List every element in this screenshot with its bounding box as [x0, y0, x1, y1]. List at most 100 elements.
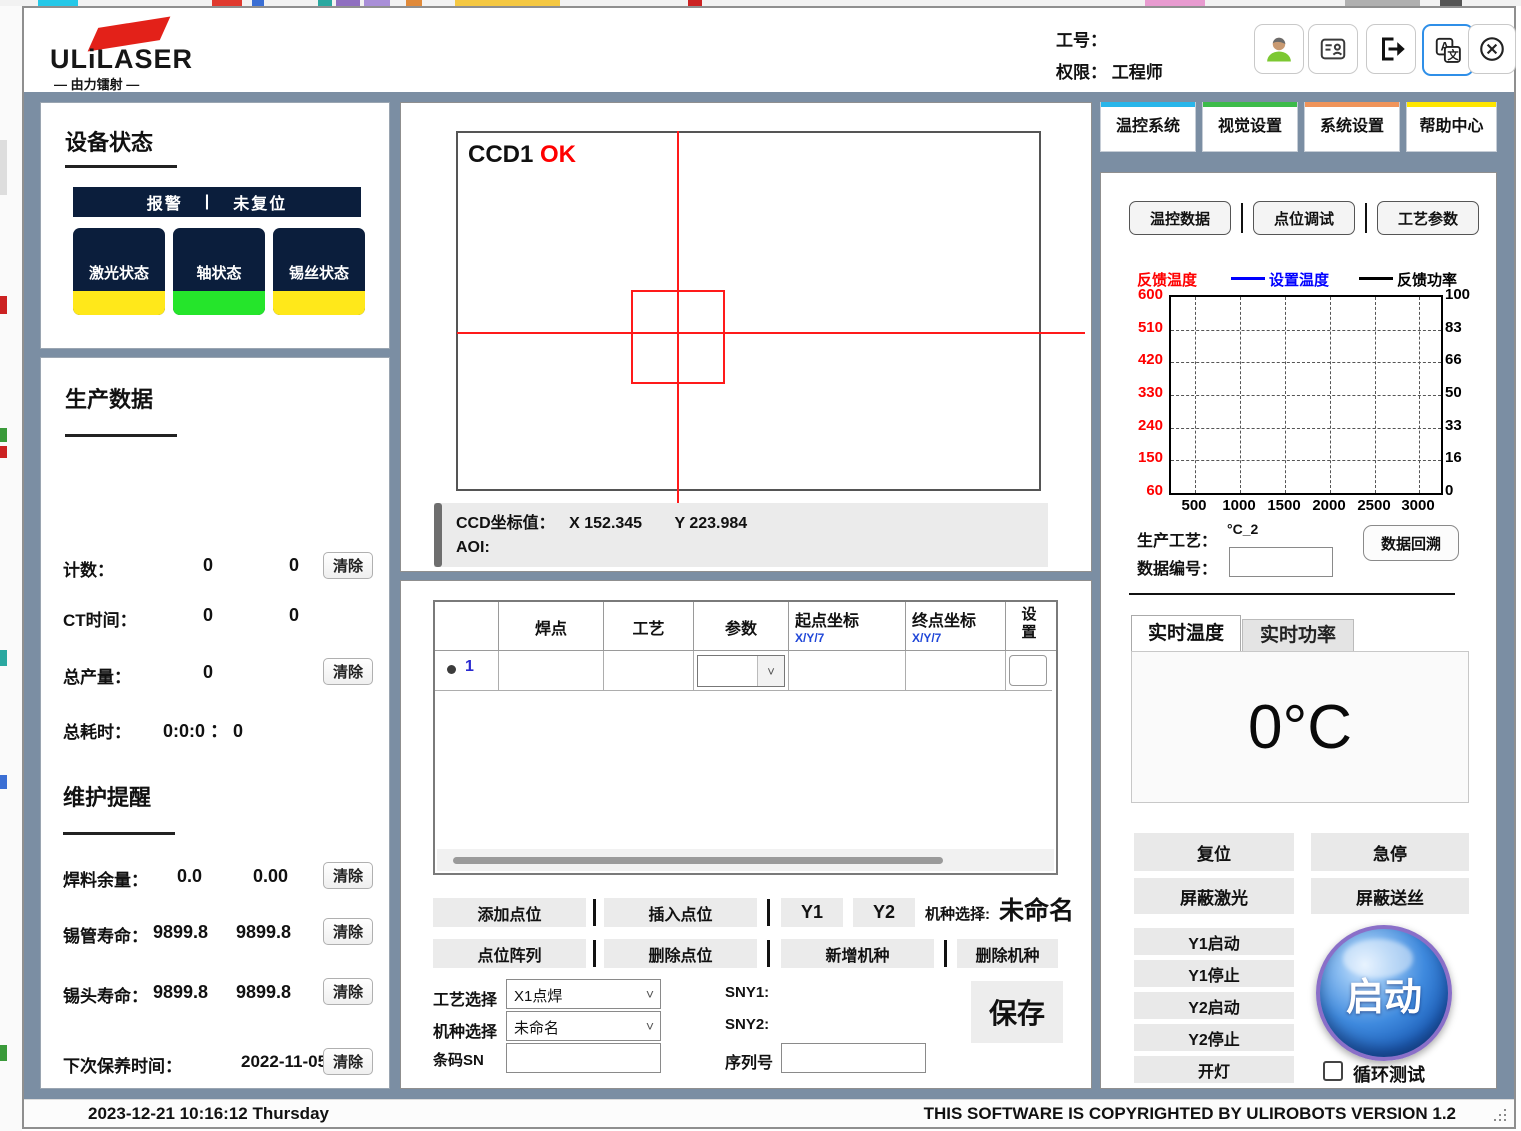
- tab-realtime-power[interactable]: 实时功率: [1242, 619, 1354, 652]
- emergency-stop-button[interactable]: 急停: [1311, 833, 1469, 871]
- cycle-test-checkbox[interactable]: [1323, 1061, 1343, 1081]
- employee-id-label: 工号：: [1056, 26, 1107, 51]
- ccd-coord-y: Y 223.984: [675, 515, 748, 532]
- realtime-temp-display: 0°C: [1131, 651, 1469, 803]
- ytick-left: 600: [1123, 286, 1163, 303]
- sny2-label: SNY2:: [725, 1016, 769, 1033]
- alarm-state: 报警: [147, 190, 183, 214]
- end-coord-cell[interactable]: [906, 651, 1006, 691]
- count-value-2: 0: [289, 555, 299, 576]
- model-select[interactable]: 未命名 ˅: [506, 1011, 661, 1041]
- reset-button[interactable]: 复位: [1134, 833, 1294, 871]
- save-button[interactable]: 保存: [971, 981, 1063, 1043]
- serial-input[interactable]: [781, 1043, 926, 1073]
- production-process-label: 生产工艺：: [1137, 527, 1217, 551]
- data-number-input[interactable]: [1229, 547, 1333, 577]
- operator-list-button[interactable]: [1308, 24, 1358, 74]
- row-marker-icon: [447, 665, 456, 674]
- production-underline: [65, 434, 177, 437]
- logo-subtitle: — 由力镭射 —: [54, 74, 139, 93]
- temperature-panel: 温控数据 点位调试 工艺参数 反馈温度 设置温度 反馈功率: [1100, 172, 1497, 1089]
- tin-head-life-value-2: 9899.8: [236, 982, 291, 1003]
- delete-point-button[interactable]: 删除点位: [604, 939, 757, 968]
- process-param-button[interactable]: 工艺参数: [1377, 201, 1479, 235]
- table-row[interactable]: 1 ˅: [435, 651, 1056, 691]
- mask-wire-feed-button[interactable]: 屏蔽送丝: [1311, 878, 1469, 914]
- id-card-icon: [1318, 34, 1348, 64]
- clear-tin-tube-life-button[interactable]: 清除: [323, 918, 373, 945]
- tab-temperature-system[interactable]: 温控系统: [1100, 102, 1196, 152]
- add-point-button[interactable]: 添加点位: [433, 898, 586, 927]
- y1-button[interactable]: Y1: [781, 898, 843, 927]
- cycle-test-label: 循环测试: [1353, 1061, 1425, 1087]
- next-maintenance-label: 下次保养时间：: [63, 1052, 182, 1077]
- table-scrollbar-thumb[interactable]: [453, 857, 943, 864]
- y1-start-button[interactable]: Y1启动: [1134, 928, 1294, 955]
- clear-next-maintenance-button[interactable]: 清除: [323, 1048, 373, 1075]
- total-output-label: 总产量：: [63, 663, 131, 688]
- col-settings: 设置: [1006, 602, 1052, 650]
- data-number-label: 数据编号：: [1137, 555, 1217, 579]
- ccd-coord-label: CCD坐标值：: [456, 515, 555, 532]
- ccd-camera-label: CCD1: [468, 141, 533, 169]
- tab-help-center[interactable]: 帮助中心: [1406, 102, 1497, 152]
- logout-button[interactable]: [1366, 24, 1416, 74]
- device-status-panel: 设备状态 报警 | 未复位 激光状态 轴状态 锡丝状态: [40, 102, 390, 349]
- crosshair-horizontal-line: [457, 332, 1085, 334]
- row-settings-button[interactable]: [1009, 655, 1047, 686]
- point-program-panel: 焊点 工艺 参数 起点坐标X/Y/7 终点坐标X/Y/7 设置 1: [400, 580, 1092, 1089]
- start-button[interactable]: 启动: [1316, 925, 1452, 1061]
- col-start-coord: 起点坐标X/Y/7: [789, 602, 906, 650]
- col-weld-point: 焊点: [499, 602, 604, 650]
- xtick: 2500: [1351, 497, 1397, 514]
- close-window-button[interactable]: [1468, 24, 1516, 74]
- chevron-down-icon: ˅: [646, 986, 654, 1002]
- legend-line-feedback-power: [1359, 277, 1393, 280]
- process-select[interactable]: X1点焊 ˅: [506, 979, 661, 1009]
- y1-stop-button[interactable]: Y1停止: [1134, 960, 1294, 987]
- y2-start-button[interactable]: Y2启动: [1134, 992, 1294, 1019]
- laser-status-indicator: [73, 291, 165, 315]
- delete-model-button[interactable]: 删除机种: [957, 939, 1058, 968]
- tin-tube-life-value-2: 9899.8: [236, 922, 291, 943]
- ytick-right: 0: [1445, 482, 1485, 499]
- user-avatar-button[interactable]: [1254, 24, 1304, 74]
- table-scroll-track: [437, 849, 1054, 871]
- clear-tin-head-life-button[interactable]: 清除: [323, 978, 373, 1005]
- axis-status-tile: 轴状态: [173, 228, 265, 315]
- start-coord-cell[interactable]: [789, 651, 906, 691]
- clear-count-button[interactable]: 清除: [323, 552, 373, 579]
- y2-stop-button[interactable]: Y2停止: [1134, 1024, 1294, 1051]
- tab-realtime-temp[interactable]: 实时温度: [1131, 615, 1241, 652]
- avatar-icon: [1264, 34, 1294, 64]
- clear-solder-remain-button[interactable]: 清除: [323, 862, 373, 889]
- row-selector-cell[interactable]: 1: [435, 651, 499, 691]
- resize-grip[interactable]: [1492, 1107, 1506, 1121]
- clear-total-output-button[interactable]: 清除: [323, 658, 373, 685]
- production-process-value: °C_2: [1227, 521, 1258, 537]
- point-array-button[interactable]: 点位阵列: [433, 939, 586, 968]
- language-toggle-button[interactable]: A 文: [1422, 24, 1474, 76]
- light-on-button[interactable]: 开灯: [1134, 1056, 1294, 1083]
- insert-point-button[interactable]: 插入点位: [604, 898, 757, 927]
- y2-button[interactable]: Y2: [853, 898, 915, 927]
- toolbar-separator: [593, 940, 596, 967]
- button-separator: [1241, 203, 1243, 233]
- row-index: 1: [465, 658, 474, 676]
- toolbar-separator: [944, 940, 947, 967]
- param-dropdown[interactable]: ˅: [697, 655, 785, 687]
- weld-point-cell[interactable]: [499, 651, 604, 691]
- end-coord-sub: X/Y/7: [912, 631, 1005, 645]
- data-backtrack-button[interactable]: 数据回溯: [1363, 525, 1459, 561]
- new-model-button[interactable]: 新增机种: [781, 939, 934, 968]
- barcode-sn-input[interactable]: [506, 1043, 661, 1073]
- tab-system-settings[interactable]: 系统设置: [1304, 102, 1400, 152]
- temp-data-button[interactable]: 温控数据: [1129, 201, 1231, 235]
- ccd-view[interactable]: CCD1 OK: [456, 131, 1041, 491]
- maintenance-title: 维护提醒: [63, 780, 151, 812]
- tab-vision-settings[interactable]: 视觉设置: [1202, 102, 1298, 152]
- app-window: ULiLASER — 由力镭射 — 工号： 权限： 工程师: [22, 6, 1516, 1129]
- mask-laser-button[interactable]: 屏蔽激光: [1134, 878, 1294, 914]
- process-cell[interactable]: [604, 651, 694, 691]
- point-debug-button[interactable]: 点位调试: [1253, 201, 1355, 235]
